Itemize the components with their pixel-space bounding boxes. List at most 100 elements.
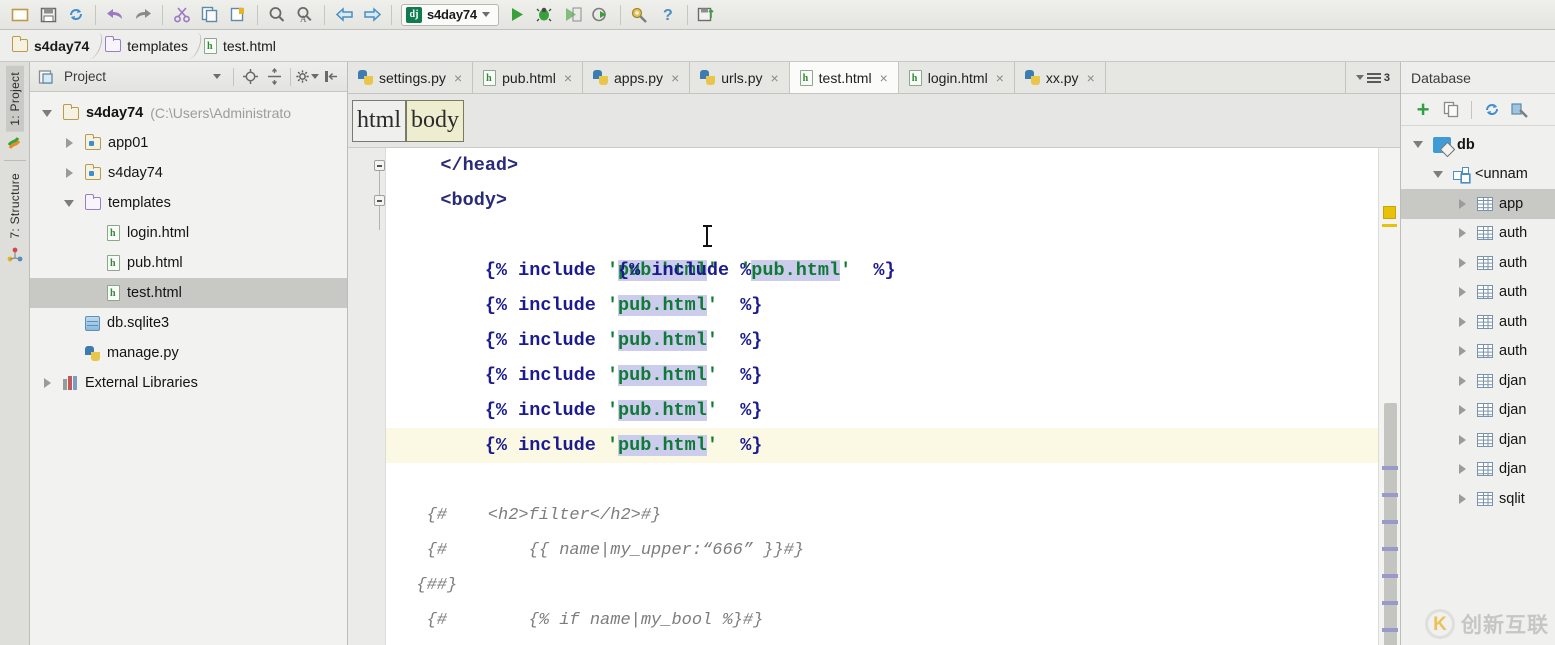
duplicate-icon[interactable]: [1439, 98, 1463, 122]
db-tree-item-table[interactable]: djan: [1401, 455, 1555, 485]
copy-icon[interactable]: [196, 2, 224, 28]
twisty-right-icon[interactable]: [1453, 228, 1471, 239]
run-configuration-selector[interactable]: dj s4day74: [401, 3, 499, 26]
chevron-down-icon[interactable]: [205, 65, 229, 89]
twisty-right-icon[interactable]: [1453, 257, 1471, 268]
run-icon[interactable]: [503, 2, 531, 28]
tree-item-manage-py[interactable]: manage.py: [30, 338, 347, 368]
twisty-right-icon[interactable]: [1453, 464, 1471, 475]
db-tools-icon[interactable]: [1508, 98, 1532, 122]
db-tree-item-db[interactable]: db: [1401, 130, 1555, 160]
fold-marker-body[interactable]: [374, 195, 385, 206]
run-coverage-icon[interactable]: [559, 2, 587, 28]
tree-item-templates[interactable]: templates: [30, 188, 347, 218]
tree-item-login-html[interactable]: login.html: [30, 218, 347, 248]
database-tree[interactable]: db <unnam app auth auth auth auth auth d…: [1401, 126, 1555, 645]
code-line[interactable]: {##}: [386, 568, 1378, 603]
expand-collapse-icon[interactable]: [262, 65, 286, 89]
tab-urls-py[interactable]: urls.py ×: [690, 62, 790, 93]
code-text[interactable]: </head> <body> {% include 'pub.html' %} …: [386, 148, 1378, 645]
forward-icon[interactable]: [358, 2, 386, 28]
add-icon[interactable]: +: [1411, 98, 1435, 122]
close-icon[interactable]: ×: [454, 70, 462, 86]
db-tree-item-table[interactable]: app: [1401, 189, 1555, 219]
twisty-down-icon[interactable]: [60, 199, 78, 207]
tab-xx-py[interactable]: xx.py ×: [1014, 62, 1106, 93]
cut-icon[interactable]: [168, 2, 196, 28]
twisty-right-icon[interactable]: [1453, 346, 1471, 357]
editor-scrollbar-thumb[interactable]: [1384, 403, 1397, 645]
twisty-right-icon[interactable]: [1453, 493, 1471, 504]
db-tree-item-table[interactable]: djan: [1401, 396, 1555, 426]
redo-icon[interactable]: [129, 2, 157, 28]
tree-item-pub-html[interactable]: pub.html: [30, 248, 347, 278]
db-tree-item-table[interactable]: djan: [1401, 366, 1555, 396]
settings-gear-icon[interactable]: [295, 65, 319, 89]
sidebar-item-structure[interactable]: 7: Structure: [6, 167, 24, 245]
twisty-right-icon[interactable]: [1453, 198, 1471, 209]
close-icon[interactable]: ×: [564, 70, 572, 86]
tree-item-test-html[interactable]: test.html: [30, 278, 347, 308]
refresh-icon[interactable]: [1480, 98, 1504, 122]
tab-overflow-button[interactable]: 3: [1344, 62, 1400, 93]
profile-icon[interactable]: [587, 2, 615, 28]
chevron-down-icon[interactable]: [481, 12, 490, 17]
tree-item-s4day74-root[interactable]: s4day74 (C:\Users\Administrato: [30, 98, 347, 128]
breadcrumb-chip-html[interactable]: html: [352, 99, 407, 142]
project-tree[interactable]: s4day74 (C:\Users\Administrato app01 s4d…: [30, 92, 347, 645]
code-line[interactable]: {# {% if name|my_bool %}#}: [386, 603, 1378, 638]
db-tree-item-table[interactable]: auth: [1401, 278, 1555, 308]
code-line[interactable]: {% include 'pub.html' %}: [386, 323, 1378, 358]
tree-item-app01[interactable]: app01: [30, 128, 347, 158]
twisty-right-icon[interactable]: [1453, 405, 1471, 416]
twisty-down-icon[interactable]: [1409, 141, 1427, 149]
tab-apps-py[interactable]: apps.py ×: [583, 62, 691, 93]
update-project-icon[interactable]: [693, 2, 721, 28]
breadcrumb-item-project[interactable]: s4day74: [8, 30, 101, 62]
close-icon[interactable]: ×: [1087, 70, 1095, 86]
tab-test-html[interactable]: test.html ×: [789, 62, 899, 93]
hide-panel-icon[interactable]: [319, 65, 343, 89]
save-all-icon[interactable]: [34, 2, 62, 28]
code-line[interactable]: {# <h2>filter</h2>#}: [386, 498, 1378, 533]
code-line[interactable]: {% include 'pub.html' %}: [386, 288, 1378, 323]
warning-marker-icon[interactable]: [1383, 206, 1396, 219]
tree-item-db-sqlite3[interactable]: db.sqlite3: [30, 308, 347, 338]
code-line-current[interactable]: {% include 'pub.html' %}: [386, 428, 1378, 463]
db-tree-item-table[interactable]: auth: [1401, 307, 1555, 337]
close-icon[interactable]: ×: [996, 70, 1004, 86]
breadcrumb-chip-body[interactable]: body: [406, 99, 465, 142]
sync-icon[interactable]: [62, 2, 90, 28]
back-icon[interactable]: [330, 2, 358, 28]
close-icon[interactable]: ×: [880, 70, 888, 86]
editor-gutter[interactable]: [348, 148, 386, 645]
tree-item-external-libraries[interactable]: External Libraries: [30, 368, 347, 398]
undo-icon[interactable]: [101, 2, 129, 28]
locate-icon[interactable]: [238, 65, 262, 89]
twisty-right-icon[interactable]: [60, 168, 78, 178]
db-tree-item-table[interactable]: auth: [1401, 337, 1555, 367]
find-icon[interactable]: [263, 2, 291, 28]
db-tree-item-table[interactable]: auth: [1401, 219, 1555, 249]
breadcrumb-item-file[interactable]: test.html: [200, 30, 288, 62]
code-line[interactable]: {# {{ name|my_upper:“666” }}#}: [386, 533, 1378, 568]
open-file-icon[interactable]: [6, 2, 34, 28]
code-line[interactable]: </head>: [386, 148, 1378, 183]
close-icon[interactable]: ×: [671, 70, 679, 86]
db-tree-item-schema[interactable]: <unnam: [1401, 160, 1555, 190]
code-line[interactable]: <body>: [386, 183, 1378, 218]
twisty-down-icon[interactable]: [1429, 170, 1447, 178]
tab-login-html[interactable]: login.html ×: [898, 62, 1015, 93]
breadcrumb-item-templates[interactable]: templates: [101, 30, 200, 62]
twisty-down-icon[interactable]: [38, 109, 56, 117]
tab-pub-html[interactable]: pub.html ×: [473, 62, 584, 93]
code-line[interactable]: {% include 'pub.html' %}: [386, 358, 1378, 393]
twisty-right-icon[interactable]: [1453, 287, 1471, 298]
code-line[interactable]: {% include 'pub.html' %}: [386, 218, 1378, 281]
project-view-icon[interactable]: [34, 65, 58, 89]
editor-marker-bar[interactable]: [1378, 148, 1400, 645]
db-tree-item-table[interactable]: sqlit: [1401, 484, 1555, 514]
tree-item-s4day74-pkg[interactable]: s4day74: [30, 158, 347, 188]
db-tree-item-table[interactable]: djan: [1401, 425, 1555, 455]
replace-icon[interactable]: A: [291, 2, 319, 28]
